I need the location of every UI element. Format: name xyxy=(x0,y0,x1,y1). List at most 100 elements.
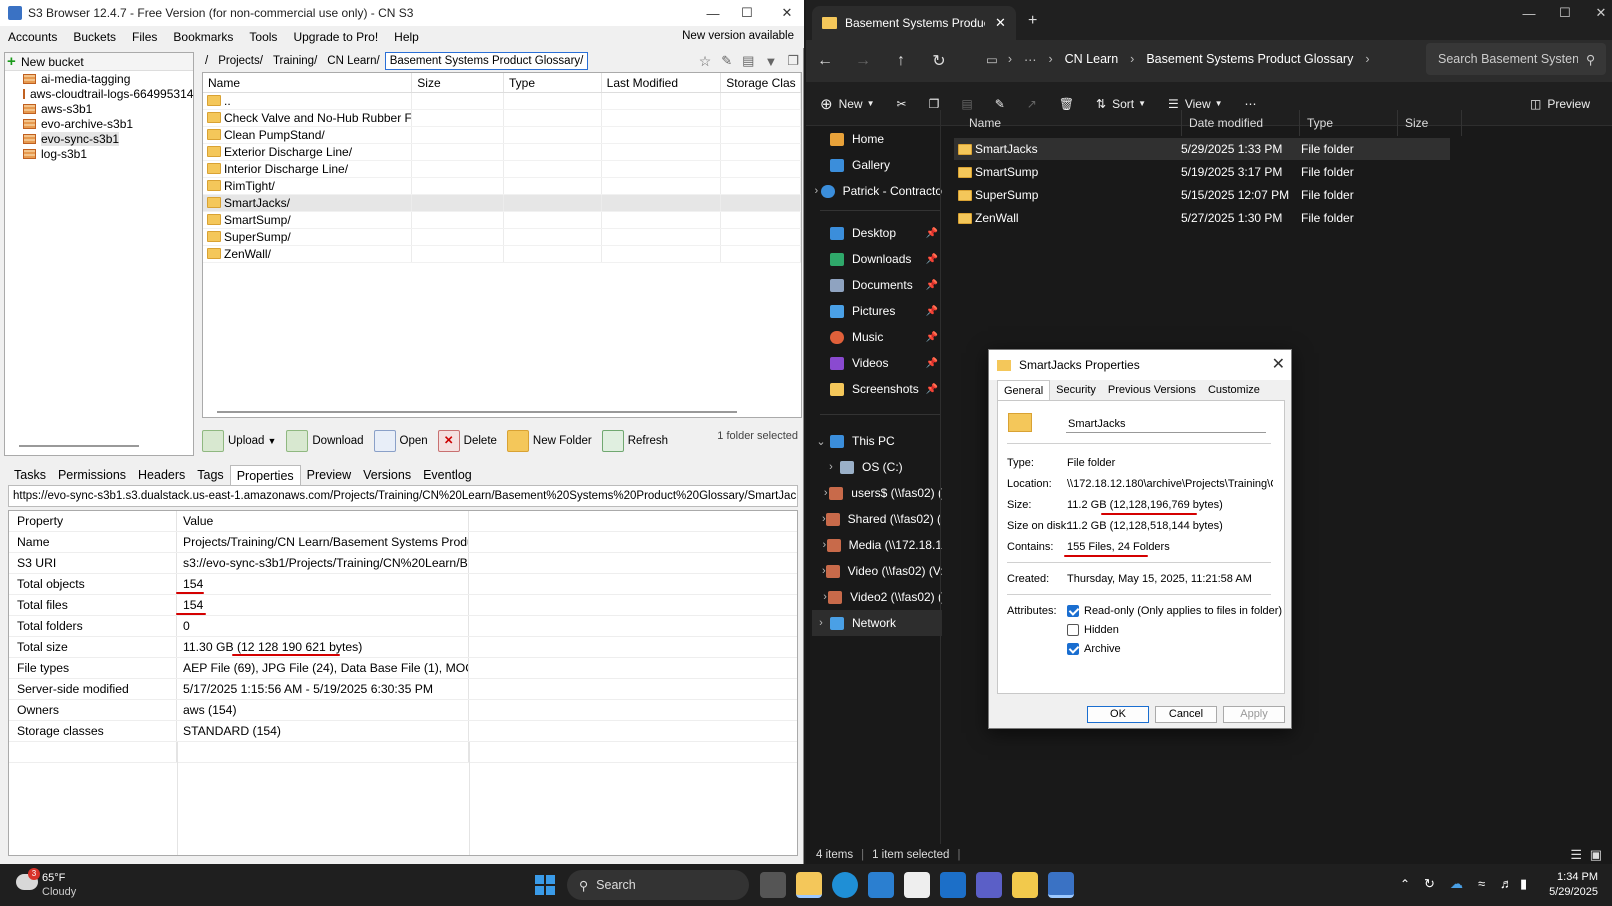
forward-arrow-icon[interactable]: → xyxy=(844,52,882,70)
copy-icon[interactable]: ❐ xyxy=(782,53,804,69)
nav-item-os-c[interactable]: › OS (C:) xyxy=(812,454,942,480)
cancel-button[interactable]: Cancel xyxy=(1155,706,1217,723)
column-name[interactable]: Name xyxy=(962,110,1182,136)
wifi-icon[interactable]: ≈ xyxy=(1478,876,1485,891)
bookmark-star-icon[interactable]: ☆ xyxy=(694,53,717,70)
new-version-link[interactable]: New version available xyxy=(682,30,794,42)
tab-general[interactable]: General xyxy=(997,380,1051,400)
tab-versions[interactable]: Versions xyxy=(357,465,417,485)
tab-eventlog[interactable]: Eventlog xyxy=(417,465,478,485)
address-crumb-cn-learn[interactable]: CN Learn xyxy=(1065,52,1119,66)
file-row[interactable]: ZenWall/ xyxy=(203,246,801,263)
hidden-checkbox[interactable] xyxy=(1067,624,1079,636)
calendar-icon[interactable] xyxy=(904,872,930,898)
property-row[interactable]: Server-side modified 5/17/2025 1:15:56 AM… xyxy=(9,679,797,700)
r-app-icon[interactable] xyxy=(1012,872,1038,898)
tab-tags[interactable]: Tags xyxy=(191,465,229,485)
folder-row-selected[interactable]: SmartJacks 5/29/2025 1:33 PM File folder xyxy=(954,138,1450,160)
open-button[interactable]: Open xyxy=(373,430,428,452)
file-row[interactable]: SmartSump/ xyxy=(203,212,801,229)
download-button[interactable]: Download xyxy=(286,430,364,452)
archive-checkbox[interactable] xyxy=(1067,643,1079,655)
menu-accounts[interactable]: Accounts xyxy=(0,30,65,44)
nav-item-gallery[interactable]: Gallery xyxy=(812,152,942,178)
nav-item-network-drive[interactable]: › users$ (\\fas02) ( xyxy=(812,480,942,506)
explorer-tab[interactable]: Basement Systems Product Gl ✕ xyxy=(812,6,1016,40)
close-icon[interactable]: ✕ xyxy=(1272,354,1285,374)
menu-files[interactable]: Files xyxy=(124,30,165,44)
horizontal-scrollbar[interactable] xyxy=(19,445,139,447)
file-row-selected[interactable]: SmartJacks/ xyxy=(203,195,801,212)
horizontal-scrollbar[interactable] xyxy=(217,411,737,413)
column-name[interactable]: Name xyxy=(203,73,413,92)
new-button[interactable]: ⊕ New ▼ xyxy=(820,95,875,113)
refresh-icon[interactable]: ↻ xyxy=(920,51,958,71)
tab-preview[interactable]: Preview xyxy=(301,465,357,485)
column-size[interactable]: Size xyxy=(1398,110,1462,136)
tab-previous-versions[interactable]: Previous Versions xyxy=(1102,380,1202,400)
s3-browser-icon[interactable] xyxy=(1048,872,1074,898)
bucket-item[interactable]: aws-cloudtrail-logs-664995314 xyxy=(5,86,193,101)
nav-item-desktop[interactable]: Desktop 📌 xyxy=(812,220,942,246)
refresh-button[interactable]: Refresh xyxy=(601,430,668,452)
menu-buckets[interactable]: Buckets xyxy=(65,30,124,44)
tab-customize[interactable]: Customize xyxy=(1202,380,1266,400)
column-type[interactable]: Type xyxy=(504,73,602,92)
upload-button[interactable]: Upload ▼ xyxy=(202,430,276,452)
close-tab-icon[interactable]: ✕ xyxy=(995,15,1006,31)
property-row[interactable] xyxy=(9,742,797,763)
column-size[interactable]: Size xyxy=(412,73,504,92)
new-bucket-button[interactable]: + New bucket xyxy=(5,53,193,71)
property-row[interactable]: S3 URI s3://evo-sync-s3b1/Projects/Traini… xyxy=(9,553,797,574)
file-row[interactable]: SuperSump/ xyxy=(203,229,801,246)
back-arrow-icon[interactable]: ← xyxy=(806,52,844,70)
apply-button[interactable]: Apply xyxy=(1223,706,1285,723)
volume-icon[interactable]: ♬ xyxy=(1500,876,1513,891)
preview-button[interactable]: ◫ Preview xyxy=(1530,97,1590,111)
crumb-training[interactable]: Training/ xyxy=(268,55,322,67)
address-crumb-current[interactable]: Basement Systems Product Glossary xyxy=(1146,52,1353,66)
clock-date[interactable]: 5/29/2025 xyxy=(1540,886,1598,898)
pin-icon[interactable]: 📌 xyxy=(926,306,938,317)
menu-bookmarks[interactable]: Bookmarks xyxy=(165,30,241,44)
sort-button[interactable]: ⇅ Sort ▼ xyxy=(1096,97,1146,111)
property-row[interactable]: Total files 154 xyxy=(9,595,797,616)
pin-icon[interactable]: 📌 xyxy=(926,228,938,239)
share-icon[interactable]: ↗ xyxy=(1027,97,1037,111)
more-options-icon[interactable]: ⋯ xyxy=(1245,97,1257,111)
onedrive-tray-icon[interactable]: ☁ xyxy=(1450,876,1463,892)
property-row[interactable]: File types AEP File (69), JPG File (24), … xyxy=(9,658,797,679)
pin-icon[interactable]: 📌 xyxy=(926,384,938,395)
teams-icon[interactable] xyxy=(976,872,1002,898)
folder-name-field[interactable]: SmartJacks xyxy=(1066,415,1266,433)
nav-item-screenshots[interactable]: Screenshots 📌 xyxy=(812,376,942,402)
paste-icon[interactable]: ▤ xyxy=(961,97,972,111)
nav-item-network-drive[interactable]: › Video2 (\\fas02) ( xyxy=(812,584,942,610)
folder-row[interactable]: SuperSump 5/15/2025 12:07 PM File folder xyxy=(954,184,1450,206)
menu-tools[interactable]: Tools xyxy=(241,30,285,44)
property-row[interactable]: Storage classes STANDARD (154) xyxy=(9,721,797,742)
new-folder-button[interactable]: New Folder xyxy=(506,430,592,452)
nav-item-documents[interactable]: Documents 📌 xyxy=(812,272,942,298)
bucket-item[interactable]: aws-s3b1 xyxy=(5,101,193,116)
column-type[interactable]: Type xyxy=(1300,110,1398,136)
tab-permissions[interactable]: Permissions xyxy=(52,465,132,485)
new-tab-button[interactable]: + xyxy=(1028,12,1037,30)
nav-item-onedrive[interactable]: › Patrick - Contracto xyxy=(812,178,942,204)
file-row[interactable]: Clean PumpStand/ xyxy=(203,127,801,144)
battery-icon[interactable]: ▮ xyxy=(1520,876,1527,892)
crumb-projects[interactable]: Projects/ xyxy=(213,55,268,67)
nav-item-music[interactable]: Music 📌 xyxy=(812,324,942,350)
file-explorer-icon[interactable] xyxy=(796,872,822,898)
nav-item-videos[interactable]: Videos 📌 xyxy=(812,350,942,376)
delete-icon[interactable]: 🗑 xyxy=(1059,97,1074,111)
nav-item-home[interactable]: Home xyxy=(812,126,942,152)
copy-icon[interactable]: ❐ xyxy=(929,97,940,111)
property-row[interactable]: Name Projects/Training/CN Learn/Basement … xyxy=(9,532,797,553)
filter-icon[interactable]: ▼ xyxy=(759,54,782,69)
edit-pencil-icon[interactable]: ✎ xyxy=(716,53,737,69)
cut-icon[interactable]: ✂ xyxy=(897,97,907,111)
clock-time[interactable]: 1:34 PM xyxy=(1548,871,1598,883)
outlook-icon[interactable] xyxy=(940,872,966,898)
column-date-modified[interactable]: Date modified xyxy=(1182,110,1300,136)
